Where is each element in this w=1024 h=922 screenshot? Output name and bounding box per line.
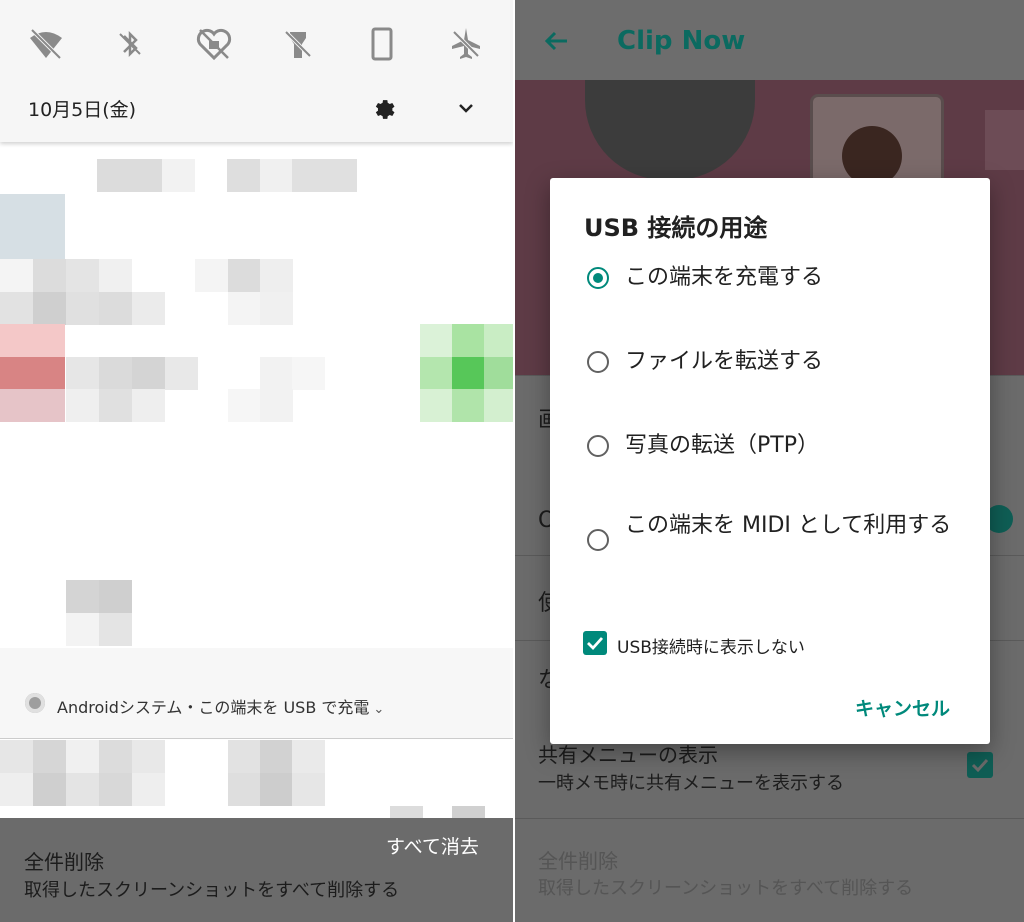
auto-rotate-icon[interactable] [362, 24, 402, 64]
radio-midi[interactable] [587, 529, 609, 551]
cancel-button[interactable]: キャンセル [855, 694, 950, 721]
chevron-down-icon[interactable] [454, 96, 478, 120]
airplane-mode-off-icon[interactable] [446, 24, 486, 64]
dont-show-label[interactable]: USB接続時に表示しない [617, 633, 805, 658]
back-arrow-icon[interactable] [541, 26, 571, 56]
flashlight-off-icon[interactable] [278, 24, 318, 64]
option-charge-label[interactable]: この端末を充電する [625, 263, 823, 292]
delete-all-setting-title: 全件削除 [538, 849, 618, 873]
expand-caret-icon[interactable]: ⌄ [373, 702, 384, 717]
quick-settings-panel: 10月5日(金) [0, 0, 513, 142]
app-bar: Clip Now [515, 0, 1024, 80]
notification-shade: 10月5日(金) Androidシステム・この端末を USB で充電 ⌄ すべて… [0, 0, 513, 922]
option-ptp-label[interactable]: 写真の転送（PTP） [625, 431, 819, 460]
date-label: 10月5日(金) [28, 99, 137, 121]
banner-decor [985, 110, 1024, 170]
delete-all-setting-subtitle: 取得したスクリーンショットをすべて削除する [538, 878, 914, 899]
banner-food [842, 126, 902, 186]
clear-all-button[interactable]: すべて消去 [386, 832, 479, 859]
delete-all-title: 全件削除 [24, 850, 104, 874]
share-menu-checkbox[interactable] [967, 752, 993, 778]
dialog-title: USB 接続の用途 [584, 214, 768, 242]
option-midi-label[interactable]: この端末を MIDI として利用する [625, 511, 965, 540]
share-menu-subtitle: 一時メモ時に共有メニューを表示する [538, 773, 844, 794]
usb-charging-notification[interactable]: Androidシステム・この端末を USB で充電 ⌄ [0, 648, 513, 738]
usb-mode-dialog: USB 接続の用途 この端末を充電する ファイルを転送する 写真の転送（PTP）… [550, 178, 990, 744]
notification-text: Androidシステム・この端末を USB で充電 ⌄ [57, 698, 385, 717]
android-system-icon [25, 693, 45, 713]
radio-file-transfer[interactable] [587, 351, 609, 373]
panel-divider [513, 0, 515, 922]
banner-person [585, 80, 755, 180]
dont-show-checkbox[interactable] [583, 631, 607, 655]
blurred-notification-content [0, 142, 513, 647]
do-not-disturb-icon[interactable] [194, 24, 234, 64]
option-file-transfer-label[interactable]: ファイルを転送する [625, 347, 823, 376]
radio-ptp[interactable] [587, 435, 609, 457]
bluetooth-off-icon[interactable] [110, 24, 150, 64]
gear-icon[interactable] [370, 94, 396, 120]
app-title: Clip Now [617, 26, 746, 56]
divider [0, 738, 513, 739]
delete-all-subtitle: 取得したスクリーンショットをすべて削除する [24, 880, 400, 901]
blurred-notification-content-2 [0, 740, 513, 818]
radio-charge[interactable] [587, 267, 609, 289]
wifi-off-icon[interactable] [26, 24, 66, 64]
